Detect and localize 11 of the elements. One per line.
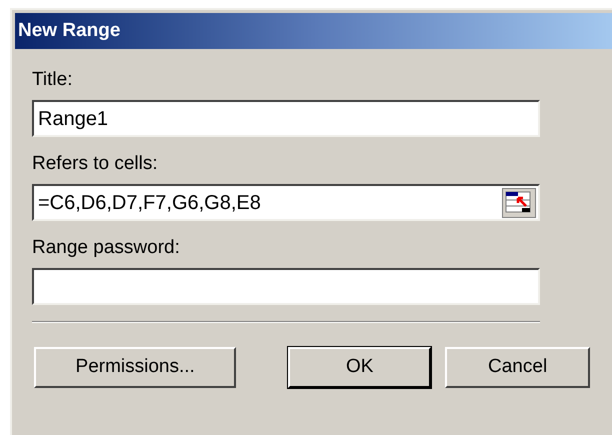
window-title: New Range — [18, 18, 120, 43]
field-label: Range password: — [32, 237, 180, 259]
field-label: Title: — [32, 69, 72, 91]
cancel-button[interactable]: Cancel — [445, 347, 590, 388]
field-label: Refers to cells: — [32, 153, 158, 175]
text-field[interactable]: Range1 — [32, 100, 540, 137]
text-field[interactable]: =C6,D6,D7,F7,G6,G8,E8 — [32, 184, 540, 221]
ok-button[interactable]: OK — [288, 347, 432, 388]
text-field[interactable] — [32, 268, 540, 305]
range-picker-icon[interactable] — [502, 188, 536, 218]
permissions-button[interactable]: Permissions... — [34, 347, 236, 388]
